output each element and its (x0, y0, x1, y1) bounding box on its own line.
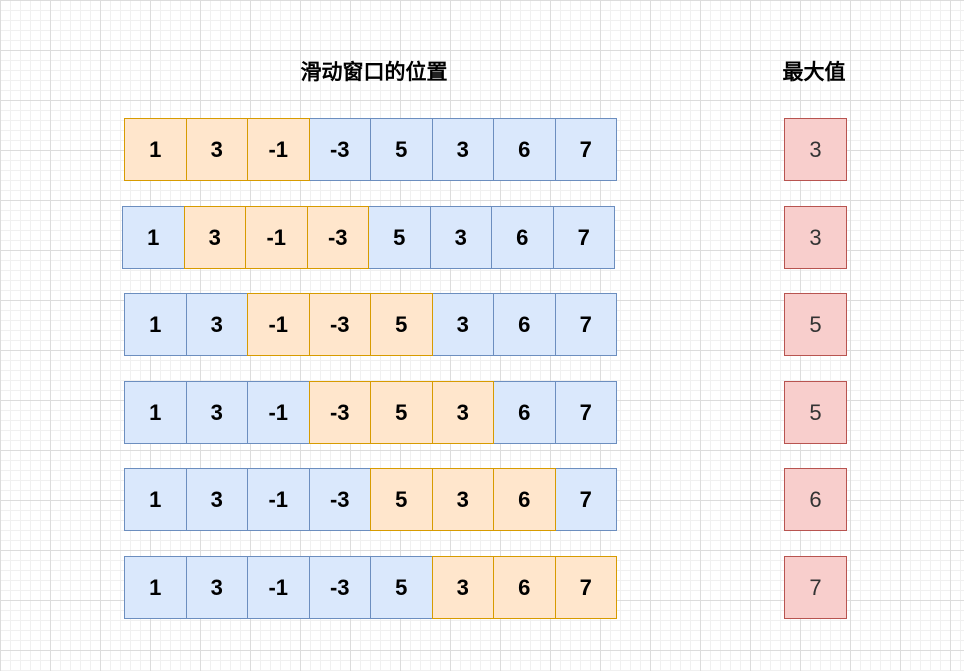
window-cell: 3 (431, 381, 494, 444)
array-cell: 7 (554, 381, 617, 444)
array-cell: 3 (185, 556, 248, 619)
array-cell: -3 (308, 468, 371, 531)
max-value-box: 3 (784, 118, 847, 181)
window-cell: -1 (245, 206, 308, 269)
max-value-box: 5 (784, 381, 847, 444)
window-cell: -3 (308, 293, 371, 356)
array-cell: 3 (185, 468, 248, 531)
array-cell: 7 (552, 206, 615, 269)
array-cell: 3 (431, 293, 494, 356)
array-cell: 6 (493, 293, 556, 356)
array-cell: 6 (493, 118, 556, 181)
window-row: 1 3 -1 -3 5 3 6 7 (124, 381, 617, 444)
array-cell: 1 (124, 468, 187, 531)
array-cell: 7 (554, 118, 617, 181)
window-cell: -1 (247, 293, 310, 356)
array-cell: 3 (185, 381, 248, 444)
array-cell: 7 (554, 293, 617, 356)
array-cell: 3 (431, 118, 494, 181)
array-cell: -1 (247, 381, 310, 444)
window-row: 1 3 -1 -3 5 3 6 7 (124, 293, 617, 356)
window-cell: -3 (308, 381, 371, 444)
max-value-header: 最大值 (782, 60, 846, 84)
window-cell: 3 (183, 206, 246, 269)
array-cell: 5 (368, 206, 431, 269)
window-cell: 5 (370, 293, 433, 356)
array-cell: 7 (554, 468, 617, 531)
window-row: 1 3 -1 -3 5 3 6 7 (122, 206, 615, 269)
array-cell: 1 (124, 556, 187, 619)
max-value-box: 3 (784, 206, 847, 269)
window-cell: 5 (370, 468, 433, 531)
array-cell: 3 (429, 206, 492, 269)
array-cell: 6 (491, 206, 554, 269)
max-value-box: 6 (784, 468, 847, 531)
array-cell: -3 (308, 556, 371, 619)
window-cell: 6 (493, 468, 556, 531)
window-row: 1 3 -1 -3 5 3 6 7 (124, 118, 617, 181)
window-row: 1 3 -1 -3 5 3 6 7 (124, 556, 617, 619)
window-cell: -3 (306, 206, 369, 269)
window-cell: 3 (431, 556, 494, 619)
array-cell: 6 (493, 381, 556, 444)
array-cell: 5 (370, 118, 433, 181)
window-cell: 7 (554, 556, 617, 619)
array-cell: -3 (308, 118, 371, 181)
window-cell: -1 (247, 118, 310, 181)
window-cell: 6 (493, 556, 556, 619)
window-position-header: 滑动窗口的位置 (300, 60, 448, 84)
array-cell: 3 (185, 293, 248, 356)
window-cell: 3 (185, 118, 248, 181)
window-cell: 3 (431, 468, 494, 531)
array-cell: 1 (124, 293, 187, 356)
array-cell: -1 (247, 556, 310, 619)
window-row: 1 3 -1 -3 5 3 6 7 (124, 468, 617, 531)
window-cell: 1 (124, 118, 187, 181)
array-cell: 1 (124, 381, 187, 444)
array-cell: 5 (370, 556, 433, 619)
window-cell: 5 (370, 381, 433, 444)
max-value-box: 5 (784, 293, 847, 356)
array-cell: -1 (247, 468, 310, 531)
array-cell: 1 (122, 206, 185, 269)
max-value-box: 7 (784, 556, 847, 619)
